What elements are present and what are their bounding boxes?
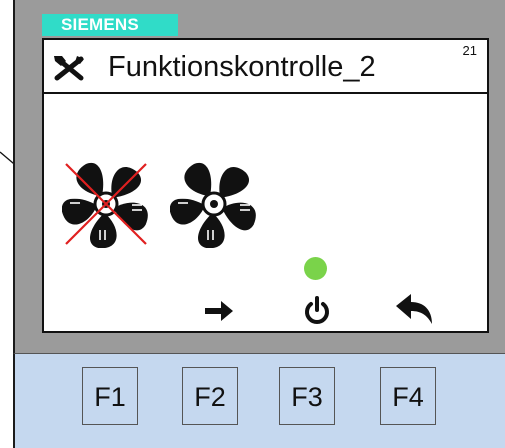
arrow-right-icon[interactable] xyxy=(202,296,236,326)
f2-key[interactable]: F2 xyxy=(182,367,238,425)
fan-icon-disabled xyxy=(62,162,148,248)
return-icon[interactable] xyxy=(394,292,434,326)
f3-key[interactable]: F3 xyxy=(279,367,335,425)
screen-title: Funktionskontrolle_2 xyxy=(108,51,376,83)
f1-key[interactable]: F1 xyxy=(82,367,138,425)
hmi-screen: Funktionskontrolle_2 21 xyxy=(42,38,489,333)
brand-badge: SIEMENS xyxy=(42,14,178,36)
f4-key[interactable]: F4 xyxy=(380,367,436,425)
fan-icon xyxy=(170,162,256,248)
screen-header: Funktionskontrolle_2 21 xyxy=(44,40,487,94)
power-icon[interactable] xyxy=(300,295,334,325)
screen-number: 21 xyxy=(462,43,477,58)
status-led xyxy=(304,257,327,280)
tools-icon xyxy=(54,56,84,81)
